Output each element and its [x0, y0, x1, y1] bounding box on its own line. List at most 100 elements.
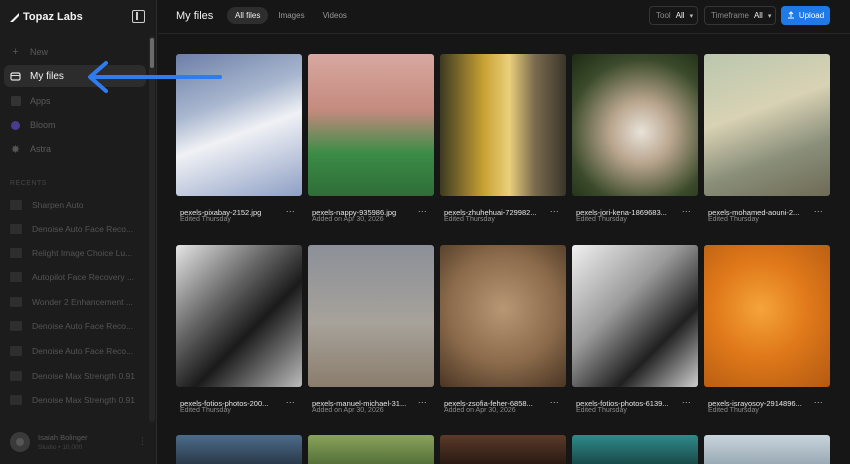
tool-filter[interactable]: Tool All ▾ [649, 6, 698, 25]
recent-item[interactable]: Relight Image Choice Lu... [10, 246, 142, 260]
recent-label: Denoise Max Strength 0.91 [32, 395, 136, 405]
more-options-icon[interactable]: ... [550, 204, 559, 214]
nav-item-label: New [30, 47, 49, 57]
recent-thumbnail [10, 346, 22, 356]
recent-label: Wonder 2 Enhancement ... [32, 297, 133, 307]
file-card[interactable]: pexels-zsofia-feher-6858... Added on Apr… [440, 245, 566, 414]
header: My files All files Images Videos Tool Al… [158, 0, 850, 34]
nav-item-label: Astra [30, 144, 52, 154]
file-thumbnail[interactable] [572, 54, 698, 196]
more-options-icon[interactable]: ... [814, 395, 823, 405]
recent-thumbnail [10, 272, 22, 282]
file-card[interactable]: pexels-fotios-photos-6139... Edited Thur… [572, 245, 698, 414]
file-card[interactable]: pexels-zhuhehuai-729982... Edited Thursd… [440, 54, 566, 223]
file-meta: Added on Apr 30, 2026 [444, 407, 516, 414]
more-options-icon[interactable]: ... [550, 395, 559, 405]
user-profile[interactable]: Isaiah Bolinger Studio • 10,000 [10, 432, 88, 452]
nav-item-label: Bloom [30, 120, 56, 130]
file-thumbnail[interactable] [440, 54, 566, 196]
plus-icon: + [12, 46, 19, 58]
recent-item[interactable]: Autopilot Face Recovery ... [10, 270, 142, 284]
upload-icon [787, 10, 795, 21]
nav-item-bloom[interactable]: Bloom [4, 114, 146, 136]
file-card[interactable]: pexels-mohamed-aouni-2... Edited Thursda… [704, 54, 830, 223]
chevron-down-icon: ▾ [767, 12, 772, 20]
filter-value: All [753, 11, 763, 20]
file-thumbnail[interactable] [704, 435, 830, 464]
file-card[interactable]: pexels-nappy-935986.jpg Added on Apr 30,… [308, 54, 434, 223]
nav-item-astra[interactable]: ✸ Astra [4, 138, 146, 160]
recent-item[interactable]: Denoise Auto Face Reco... [10, 319, 142, 333]
collapse-sidebar-icon[interactable] [132, 10, 145, 23]
upload-button[interactable]: Upload [781, 6, 830, 25]
tab-images[interactable]: Images [270, 7, 312, 24]
file-meta: Edited Thursday [576, 216, 627, 223]
more-options-icon[interactable]: ... [682, 204, 691, 214]
file-thumbnail[interactable] [308, 54, 434, 196]
recent-item[interactable]: Denoise Max Strength 0.91 [10, 369, 142, 383]
chevron-down-icon: ▾ [689, 12, 694, 20]
recent-item[interactable]: Denoise Auto Face Reco... [10, 344, 142, 358]
recent-thumbnail [10, 224, 22, 234]
file-card[interactable]: pexels-fotios-photos-200... Edited Thurs… [176, 245, 302, 414]
recent-label: Denoise Max Strength 0.91 [32, 371, 136, 381]
file-card[interactable]: pexels-jori-kena-1869683... Edited Thurs… [572, 54, 698, 223]
file-thumbnail[interactable] [572, 435, 698, 464]
tab-all-files[interactable]: All files [227, 7, 269, 24]
recents-label: RECENTS [10, 180, 47, 187]
file-thumbnail[interactable] [308, 435, 434, 464]
recent-item[interactable]: Sharpen Auto [10, 198, 142, 212]
brand[interactable]: Topaz Labs [10, 10, 83, 24]
file-meta: Edited Thursday [444, 216, 495, 223]
file-thumbnail[interactable] [704, 245, 830, 387]
more-options-icon[interactable]: ... [286, 204, 295, 214]
topaz-logo-icon [10, 12, 19, 22]
tab-videos[interactable]: Videos [315, 7, 355, 24]
file-thumbnail[interactable] [308, 245, 434, 387]
file-thumbnail[interactable] [176, 435, 302, 464]
recent-thumbnail [10, 297, 22, 307]
file-thumbnail[interactable] [572, 245, 698, 387]
folder-icon [10, 71, 21, 82]
recent-label: Denoise Auto Face Reco... [32, 346, 134, 356]
more-options-icon[interactable]: ... [286, 395, 295, 405]
more-options-icon[interactable]: ... [418, 395, 427, 405]
file-thumbnail[interactable] [440, 245, 566, 387]
recent-item[interactable]: Denoise Max Strength 0.91 [10, 393, 142, 407]
file-meta: Edited Thursday [576, 407, 627, 414]
user-more-icon[interactable]: ⋮ [138, 436, 147, 447]
more-options-icon[interactable]: ... [814, 204, 823, 214]
recent-thumbnail [10, 321, 22, 331]
timeframe-filter[interactable]: Timeframe All ▾ [704, 6, 776, 25]
file-card[interactable]: pexels-israyosoy-2914896... Edited Thurs… [704, 245, 830, 414]
file-meta: Edited Thursday [180, 216, 231, 223]
brand-name: Topaz Labs [23, 11, 83, 23]
file-meta: Edited Thursday [708, 216, 759, 223]
user-plan: Studio • 10,000 [38, 444, 83, 451]
recent-thumbnail [10, 248, 22, 258]
file-thumbnail[interactable] [176, 245, 302, 387]
file-meta: Added on Apr 30, 2026 [312, 216, 384, 223]
recent-label: Sharpen Auto [32, 200, 84, 210]
filter-label: Tool [656, 11, 671, 20]
file-thumbnail[interactable] [440, 435, 566, 464]
page-title: My files [176, 10, 214, 22]
recent-label: Denoise Auto Face Reco... [32, 224, 134, 234]
file-meta: Edited Thursday [180, 407, 231, 414]
recent-label: Denoise Auto Face Reco... [32, 321, 134, 331]
file-thumbnail[interactable] [704, 54, 830, 196]
more-options-icon[interactable]: ... [682, 395, 691, 405]
recent-label: Relight Image Choice Lu... [32, 248, 133, 258]
user-name: Isaiah Bolinger [38, 433, 88, 442]
recent-thumbnail [10, 395, 22, 405]
file-card[interactable]: pexels-manuel-michael-31... Added on Apr… [308, 245, 434, 414]
bloom-icon [10, 120, 21, 131]
more-options-icon[interactable]: ... [418, 204, 427, 214]
nav-item-label: Apps [30, 96, 51, 106]
annotation-arrow-icon [88, 61, 222, 93]
file-type-tabs: All files Images Videos [227, 7, 355, 24]
avatar [10, 432, 30, 452]
recent-item[interactable]: Wonder 2 Enhancement ... [10, 295, 142, 309]
recent-item[interactable]: Denoise Auto Face Reco... [10, 222, 142, 236]
file-meta: Added on Apr 30, 2026 [312, 407, 384, 414]
